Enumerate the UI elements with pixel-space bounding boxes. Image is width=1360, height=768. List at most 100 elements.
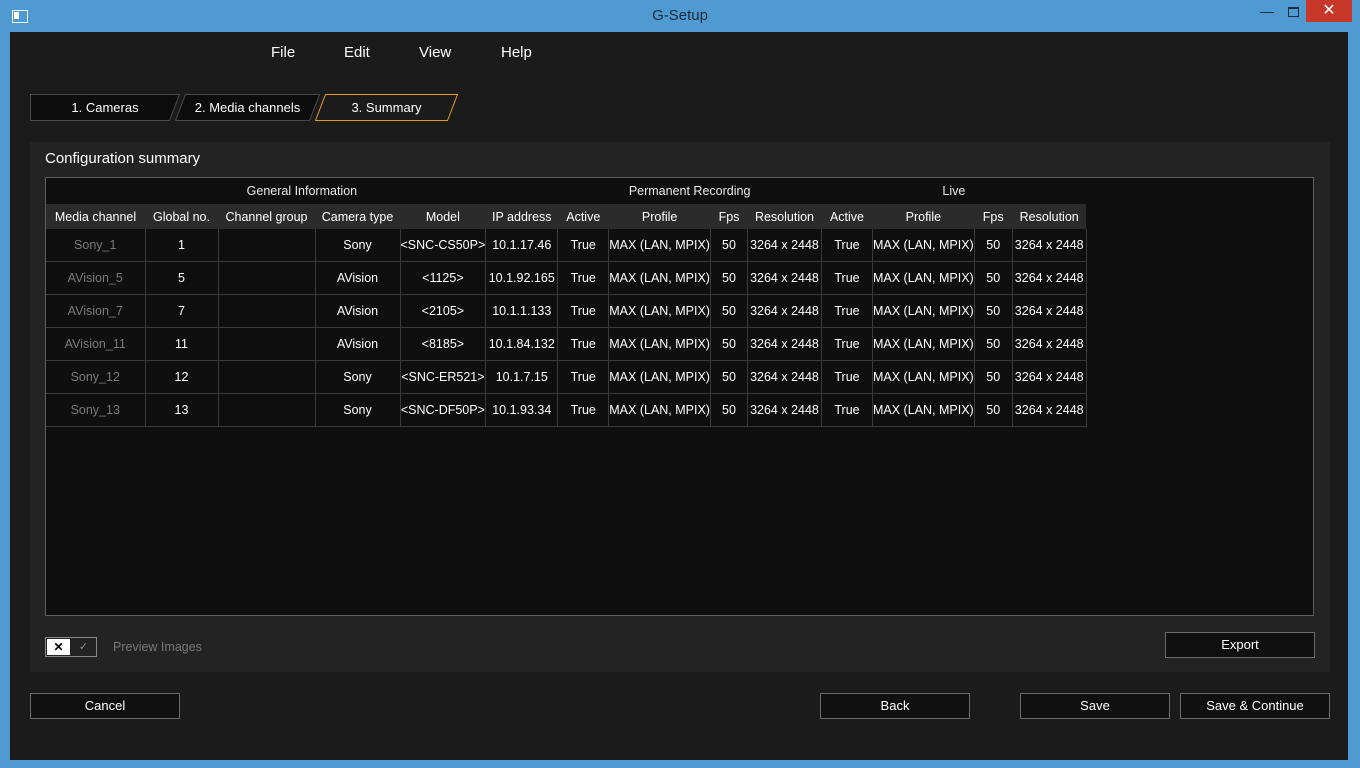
table-cell: <8185> — [400, 327, 487, 361]
column-header[interactable]: Active — [821, 204, 873, 229]
close-button[interactable]: ✕ — [1306, 0, 1352, 22]
tab-media-channels-label: 2. Media channels — [194, 100, 301, 115]
table-cell: MAX (LAN, MPIX) — [608, 294, 711, 328]
menu-file[interactable]: File — [271, 44, 295, 61]
tab-cameras[interactable]: 1. Cameras — [30, 94, 180, 121]
column-header[interactable]: Active — [557, 204, 609, 229]
table-cell: True — [821, 393, 873, 427]
table-row[interactable]: AVision_7 7 AVision <2105> 10.1.1.133 True MAX… — [46, 294, 1087, 328]
table-cell: True — [821, 294, 873, 328]
column-header[interactable]: IP address — [485, 204, 558, 229]
table-row[interactable]: AVision_5 5 AVision <1125> 10.1.92.165 True MA… — [46, 261, 1087, 295]
table-cell: AVision — [315, 327, 401, 361]
table-cell: Sony — [315, 360, 401, 394]
table-cell: 10.1.1.133 — [485, 294, 559, 328]
table-cell: MAX (LAN, MPIX) — [872, 327, 975, 361]
app-client-area: File Edit View Help 1. Cameras 2. Media … — [10, 32, 1348, 760]
tab-cameras-label: 1. Cameras — [71, 100, 139, 115]
table-cell: Sony — [315, 393, 401, 427]
toggle-on-icon: ✓ — [78, 641, 89, 653]
table-cell: 5 — [145, 261, 219, 295]
column-header[interactable]: Media channel — [46, 204, 145, 229]
table-cell: AVision_5 — [46, 261, 146, 295]
maximize-icon — [1287, 7, 1299, 17]
group-header-live: Live — [821, 178, 1087, 204]
minimize-button[interactable]: — — [1254, 0, 1280, 22]
table-cell: Sony — [315, 229, 401, 262]
table-cell: 10.1.7.15 — [485, 360, 559, 394]
table-cell: 13 — [145, 393, 219, 427]
table-cell: MAX (LAN, MPIX) — [872, 229, 975, 262]
table-cell: <1125> — [400, 261, 487, 295]
table-cell: True — [821, 261, 873, 295]
table-cell: AVision — [315, 294, 401, 328]
menu-edit[interactable]: Edit — [344, 44, 370, 61]
table-cell: MAX (LAN, MPIX) — [608, 360, 711, 394]
column-header[interactable]: Fps — [710, 204, 748, 229]
table-cell: 3264 x 2448 — [1012, 229, 1087, 262]
table-cell: True — [557, 360, 610, 394]
table-cell: 3264 x 2448 — [1012, 393, 1087, 427]
save-and-continue-button[interactable]: Save & Continue — [1180, 693, 1330, 719]
table-cell: 50 — [974, 229, 1013, 262]
toggle-off-icon: ✕ — [47, 639, 70, 655]
table-cell — [218, 360, 316, 394]
table-cell: MAX (LAN, MPIX) — [872, 393, 975, 427]
table-cell: MAX (LAN, MPIX) — [608, 261, 711, 295]
preview-images-label: Preview Images — [113, 640, 202, 654]
column-header[interactable]: Profile — [872, 204, 975, 229]
column-header[interactable]: Resolution — [747, 204, 822, 229]
save-button[interactable]: Save — [1020, 693, 1170, 719]
table-cell: <SNC-ER521> — [400, 360, 487, 394]
table-cell: 12 — [145, 360, 219, 394]
table-cell: 50 — [710, 393, 748, 427]
table-row[interactable]: Sony_1 1 Sony <SNC-CS50P> 10.1.17.46 True MAX … — [46, 229, 1087, 262]
tab-summary[interactable]: 3. Summary — [315, 94, 458, 121]
table-cell: 10.1.84.132 — [485, 327, 559, 361]
table-cell: 11 — [145, 327, 219, 361]
column-header[interactable]: Resolution — [1012, 204, 1087, 229]
tab-summary-label: 3. Summary — [351, 100, 422, 115]
column-header[interactable]: Global no. — [145, 204, 218, 229]
summary-panel: Configuration summary General Informatio… — [30, 142, 1330, 672]
table-cell: 10.1.93.34 — [485, 393, 559, 427]
table-cell: 50 — [974, 360, 1013, 394]
menu-view[interactable]: View — [419, 44, 451, 61]
column-header[interactable]: Camera type — [315, 204, 400, 229]
column-header[interactable]: Profile — [608, 204, 711, 229]
table-cell: True — [557, 261, 610, 295]
table-row[interactable]: Sony_13 13 Sony <SNC-DF50P> 10.1.93.34 True MA… — [46, 393, 1087, 427]
tab-media-channels[interactable]: 2. Media channels — [175, 94, 320, 121]
table-cell — [218, 327, 316, 361]
column-header[interactable]: Channel group — [218, 204, 315, 229]
summary-table[interactable]: General Information Permanent Recording … — [45, 177, 1314, 616]
table-cell: 50 — [974, 327, 1013, 361]
table-cell: 1 — [145, 229, 219, 262]
table-cell: Sony_13 — [46, 393, 146, 427]
table-row[interactable]: Sony_12 12 Sony <SNC-ER521> 10.1.7.15 True MAX… — [46, 360, 1087, 394]
table-cell: 3264 x 2448 — [747, 294, 822, 328]
menu-help[interactable]: Help — [501, 44, 532, 61]
title-bar: G-Setup — ✕ — [0, 0, 1360, 32]
table-row[interactable]: AVision_11 11 AVision <8185> 10.1.84.132 True… — [46, 327, 1087, 361]
table-cell: 3264 x 2448 — [1012, 294, 1087, 328]
table-cell — [218, 261, 316, 295]
export-button[interactable]: Export — [1165, 632, 1315, 658]
column-header[interactable]: Fps — [974, 204, 1013, 229]
table-cell: 10.1.17.46 — [485, 229, 559, 262]
table-cell: True — [821, 229, 873, 262]
table-cell: 50 — [710, 294, 748, 328]
table-cell: MAX (LAN, MPIX) — [608, 327, 711, 361]
table-cell — [218, 229, 316, 262]
maximize-button[interactable] — [1280, 0, 1306, 22]
table-cell: True — [557, 229, 610, 262]
group-header-general: General Information — [46, 178, 558, 204]
table-cell: AVision — [315, 261, 401, 295]
back-button[interactable]: Back — [820, 693, 970, 719]
table-cell: AVision_11 — [46, 327, 146, 361]
window-title: G-Setup — [652, 7, 708, 24]
table-cell: True — [557, 327, 610, 361]
preview-images-toggle[interactable]: ✕ ✓ — [45, 637, 97, 657]
column-header[interactable]: Model — [400, 204, 486, 229]
cancel-button[interactable]: Cancel — [30, 693, 180, 719]
